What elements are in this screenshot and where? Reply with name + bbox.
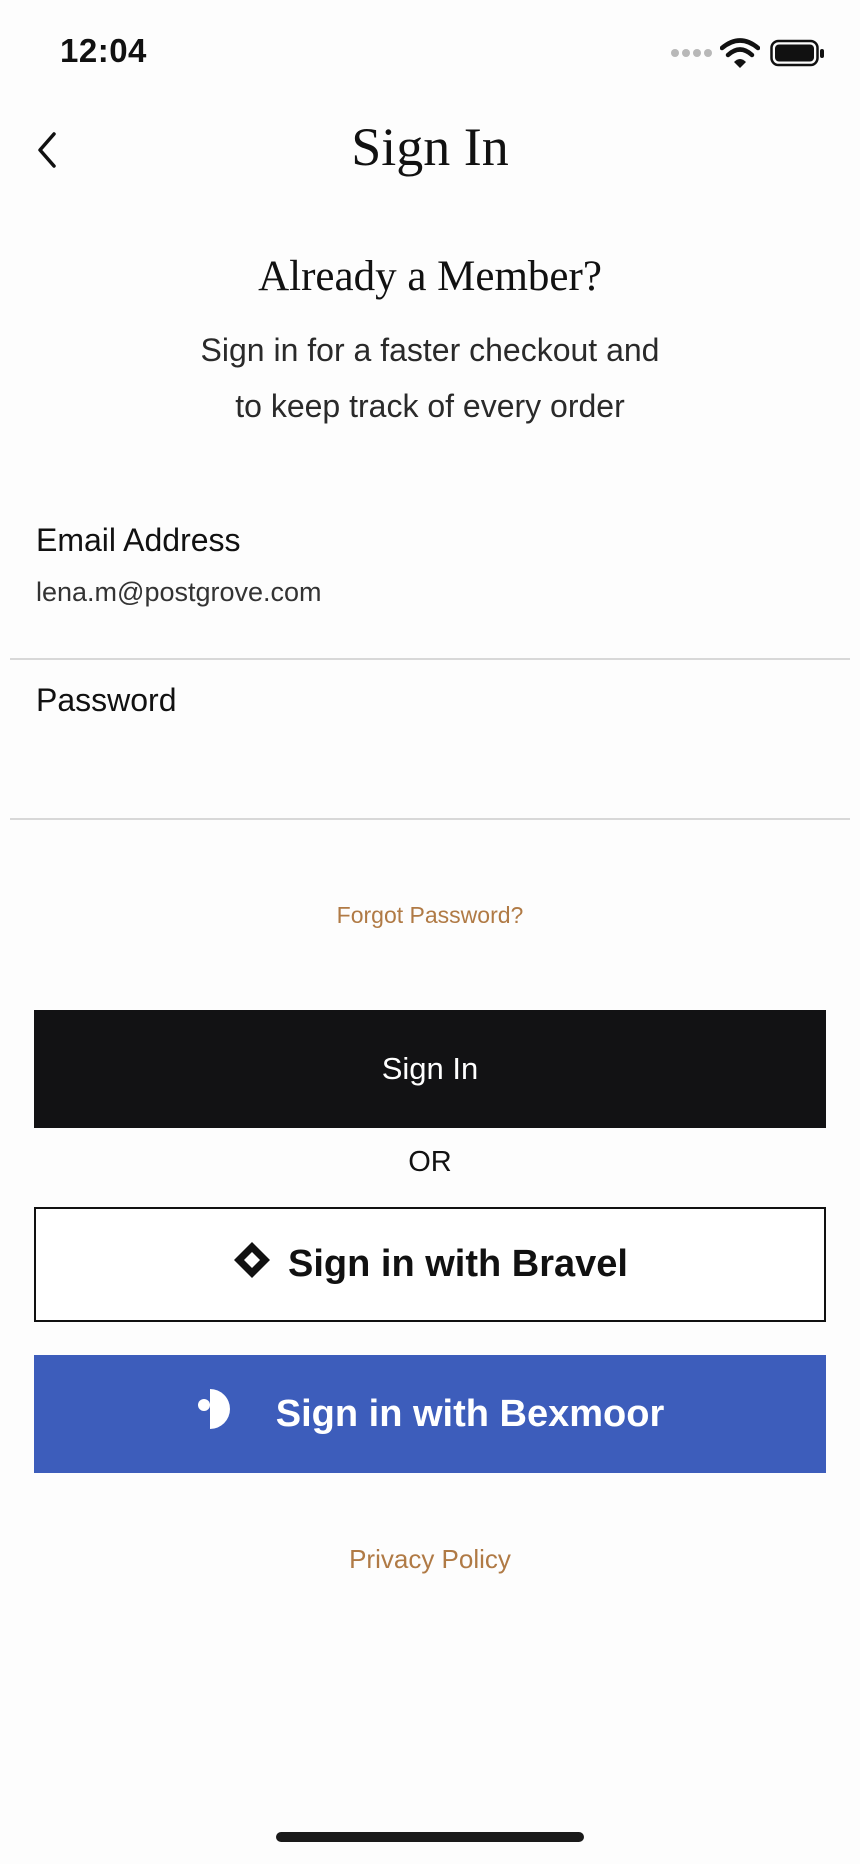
bexmoor-logo-icon xyxy=(196,1387,236,1441)
intro-line-1: Sign in for a faster checkout and xyxy=(200,332,660,368)
status-icons xyxy=(670,36,830,70)
password-field[interactable] xyxy=(36,734,816,774)
privacy-policy-link[interactable]: Privacy Policy xyxy=(0,1544,860,1575)
intro-line-2: to keep track of every order xyxy=(235,388,625,424)
sign-in-button-label: Sign In xyxy=(381,1051,479,1086)
cellular-signal-icon xyxy=(671,49,712,57)
or-separator: OR xyxy=(408,1146,452,1178)
sign-in-bexmoor-button[interactable]: Sign in with Bexmoor xyxy=(34,1355,826,1473)
status-time: 12:04 xyxy=(60,32,147,69)
sign-in-bravel-button[interactable]: Sign in with Bravel xyxy=(34,1207,826,1322)
email-divider xyxy=(10,658,850,660)
home-indicator xyxy=(276,1832,584,1842)
email-label: Email Address xyxy=(36,522,241,558)
page-title: Sign In xyxy=(351,117,509,177)
bravel-button-label: Sign in with Bravel xyxy=(288,1243,628,1285)
bexmoor-button-label: Sign in with Bexmoor xyxy=(275,1392,665,1435)
sign-in-screen: 12:04 Sign In Already a Member? Sign in … xyxy=(0,0,860,1864)
password-label: Password xyxy=(36,682,177,718)
email-field[interactable] xyxy=(36,574,816,610)
bravel-logo-icon xyxy=(232,1240,272,1290)
forgot-password-link[interactable]: Forgot Password? xyxy=(0,902,860,929)
member-heading: Already a Member? xyxy=(258,253,602,300)
battery-icon xyxy=(770,39,824,67)
sign-in-button[interactable]: Sign In xyxy=(34,1010,826,1128)
password-divider xyxy=(10,818,850,820)
wifi-icon xyxy=(720,38,760,68)
